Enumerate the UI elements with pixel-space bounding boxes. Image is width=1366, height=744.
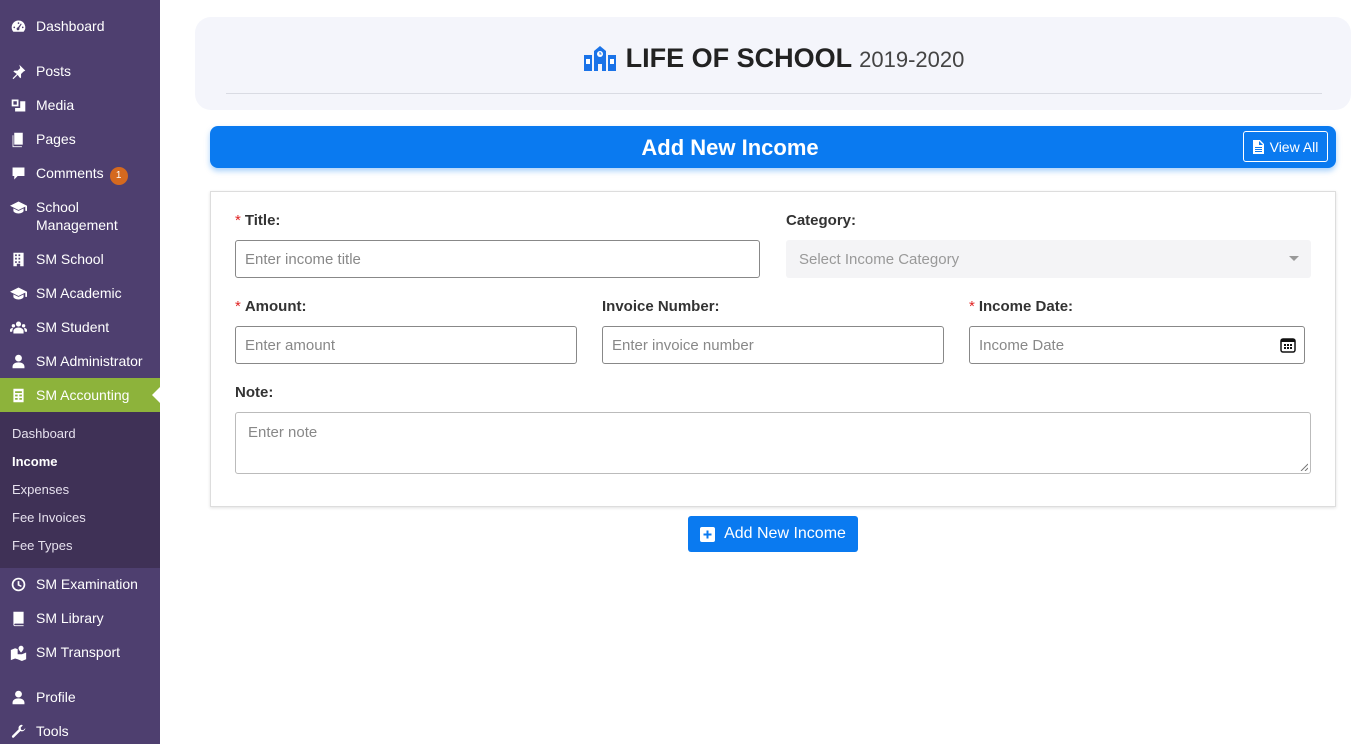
admin-sidebar: Dashboard Posts Media Pages Comments 1 Sc… bbox=[0, 0, 160, 744]
sidebar-item-label: School Management bbox=[36, 199, 118, 233]
sidebar-item-label: SM Transport bbox=[36, 644, 121, 660]
submenu-item-expenses[interactable]: Expenses bbox=[12, 482, 69, 497]
sidebar-item-label: SM Library bbox=[36, 610, 104, 626]
sidebar-item-label: Comments bbox=[36, 165, 104, 181]
graduation-cap-icon bbox=[9, 198, 27, 216]
accounting-submenu: Dashboard Income Expenses Fee Invoices F… bbox=[0, 412, 160, 568]
school-icon bbox=[582, 45, 618, 78]
title-label: * Title: bbox=[235, 212, 281, 229]
required-mark: * bbox=[235, 212, 241, 229]
sidebar-item-sm-accounting[interactable]: SM Accounting bbox=[0, 378, 160, 412]
sidebar-item-dashboard[interactable]: Dashboard bbox=[0, 17, 160, 37]
comments-count-badge: 1 bbox=[109, 167, 128, 185]
user-icon bbox=[9, 352, 27, 370]
sidebar-item-label: Dashboard bbox=[36, 18, 105, 34]
media-icon bbox=[9, 96, 27, 114]
submenu-item-income[interactable]: Income bbox=[12, 454, 58, 469]
view-all-label: View All bbox=[1269, 138, 1319, 155]
clock-icon bbox=[9, 575, 27, 593]
category-select[interactable]: Select Income Category bbox=[786, 240, 1311, 278]
add-new-income-button[interactable]: Add New Income bbox=[688, 516, 858, 552]
sidebar-item-sm-academic[interactable]: SM Academic bbox=[0, 284, 160, 304]
sidebar-item-sm-student[interactable]: SM Student bbox=[0, 318, 160, 338]
book-icon bbox=[9, 609, 27, 627]
sidebar-item-media[interactable]: Media bbox=[0, 96, 160, 116]
page-title: LIFE OF SCHOOL 2019-2020 bbox=[195, 43, 1351, 78]
category-label: Category: bbox=[786, 212, 857, 229]
form-title: Add New Income bbox=[641, 135, 819, 160]
sidebar-item-sm-administrator[interactable]: SM Administrator bbox=[0, 352, 160, 372]
sidebar-item-sm-transport[interactable]: SM Transport bbox=[0, 643, 160, 663]
sidebar-item-pages[interactable]: Pages bbox=[0, 130, 160, 150]
header-divider bbox=[226, 93, 1322, 94]
invoice-number-input[interactable]: Enter invoice number bbox=[602, 326, 944, 364]
school-name: LIFE OF SCHOOL bbox=[625, 43, 852, 73]
spreadsheet-icon bbox=[9, 386, 27, 404]
comment-icon bbox=[9, 164, 27, 182]
note-label: Note: bbox=[235, 384, 274, 401]
plus-square-icon bbox=[700, 526, 716, 542]
map-icon bbox=[9, 643, 27, 661]
calendar-icon[interactable] bbox=[1280, 337, 1296, 353]
income-date-label: * Income Date: bbox=[969, 298, 1074, 315]
note-textarea[interactable]: Enter note bbox=[235, 412, 1311, 474]
sidebar-item-label: Profile bbox=[36, 689, 76, 705]
submenu-item-dashboard[interactable]: Dashboard bbox=[12, 426, 76, 441]
school-header: LIFE OF SCHOOL 2019-2020 bbox=[195, 17, 1351, 110]
pushpin-icon bbox=[9, 62, 27, 80]
sidebar-item-label: Media bbox=[36, 97, 75, 113]
sidebar-item-comments[interactable]: Comments 1 bbox=[0, 164, 160, 185]
amount-input[interactable]: Enter amount bbox=[235, 326, 577, 364]
submenu-item-fee-invoices[interactable]: Fee Invoices bbox=[12, 510, 86, 525]
sidebar-item-label: SM Accounting bbox=[36, 387, 130, 403]
sidebar-item-label: SM Examination bbox=[36, 576, 138, 592]
chevron-down-icon bbox=[1289, 256, 1299, 261]
user-icon bbox=[9, 688, 27, 706]
submenu-item-fee-types[interactable]: Fee Types bbox=[12, 538, 72, 553]
category-placeholder: Select Income Category bbox=[799, 250, 960, 268]
sidebar-item-label: SM Student bbox=[36, 319, 110, 335]
invoice-number-label: Invoice Number: bbox=[602, 298, 720, 315]
title-input[interactable]: Enter income title bbox=[235, 240, 760, 278]
pages-icon bbox=[9, 130, 27, 148]
dashboard-icon bbox=[9, 17, 27, 35]
add-new-income-label: Add New Income bbox=[724, 525, 846, 542]
sidebar-item-school-management[interactable]: School Management bbox=[0, 198, 160, 236]
amount-label: * Amount: bbox=[235, 298, 307, 315]
sidebar-item-label: Posts bbox=[36, 63, 72, 79]
required-mark: * bbox=[969, 298, 975, 315]
resize-handle-icon[interactable] bbox=[1300, 463, 1308, 471]
sidebar-item-label: Pages bbox=[36, 131, 76, 147]
income-date-input[interactable]: Income Date bbox=[969, 326, 1305, 364]
graduation-cap-icon bbox=[9, 284, 27, 302]
wrench-icon bbox=[9, 722, 27, 740]
sidebar-item-posts[interactable]: Posts bbox=[0, 62, 160, 82]
sidebar-item-label: SM Academic bbox=[36, 285, 122, 301]
building-icon bbox=[9, 250, 27, 268]
view-all-button[interactable]: View All bbox=[1243, 131, 1328, 162]
sidebar-item-sm-examination[interactable]: SM Examination bbox=[0, 575, 160, 595]
income-date-placeholder: Income Date bbox=[979, 336, 1065, 354]
sidebar-item-label: SM School bbox=[36, 251, 104, 267]
file-icon bbox=[1252, 139, 1264, 154]
users-icon bbox=[9, 318, 27, 336]
academic-year: 2019-2020 bbox=[859, 47, 965, 72]
note-placeholder: Enter note bbox=[248, 424, 318, 441]
sidebar-item-label: Tools bbox=[36, 723, 69, 739]
required-mark: * bbox=[235, 298, 241, 315]
sidebar-item-tools[interactable]: Tools bbox=[0, 722, 160, 742]
sidebar-item-label: SM Administrator bbox=[36, 353, 143, 369]
sidebar-item-profile[interactable]: Profile bbox=[0, 688, 160, 708]
sidebar-item-sm-library[interactable]: SM Library bbox=[0, 609, 160, 629]
form-banner: Add New Income View All bbox=[210, 126, 1336, 168]
income-form: * Title: Enter income title Category: Sel… bbox=[210, 191, 1336, 507]
sidebar-item-sm-school[interactable]: SM School bbox=[0, 250, 160, 270]
